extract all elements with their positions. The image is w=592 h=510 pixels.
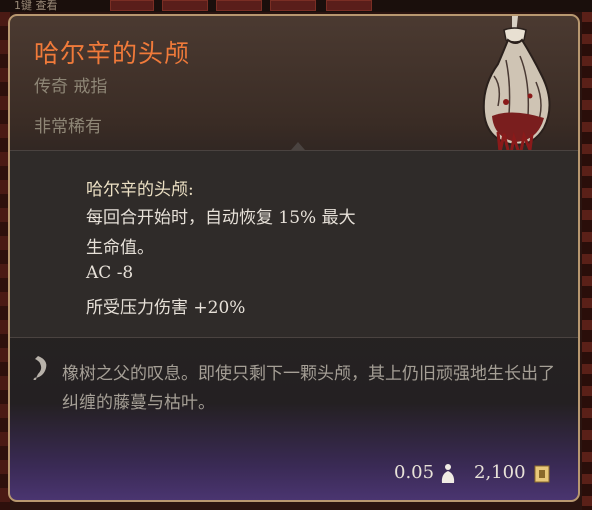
effect-line: 每回合开始时，自动恢复 15% 最大 <box>86 208 356 228</box>
effect-line: AC -8 <box>86 263 134 283</box>
hotbar-slot <box>216 0 262 11</box>
price-value: 2,100 <box>474 462 526 483</box>
weight-icon <box>441 464 455 483</box>
tooltip-footer: 0.05 2,100 <box>10 448 578 500</box>
background-right-edge <box>582 12 592 510</box>
hotbar-slot <box>110 0 154 11</box>
quill-icon <box>33 356 47 380</box>
background-hotbar: 1键 查看 <box>0 0 592 12</box>
item-name: 哈尔辛的头颅 <box>34 39 191 68</box>
effect-line: 所受压力伤害 +20% <box>86 298 246 318</box>
background-hotkey-label: 1键 查看 <box>14 0 58 12</box>
flavor-section: 橡树之父的叹息。即使只剩下一颗头颅，其上仍旧顽强地生长出了纠缠的藤蔓与枯叶。 <box>10 336 578 448</box>
effect-line: 生命值。 <box>86 238 154 258</box>
section-divider-notch <box>291 142 305 150</box>
item-type: 传奇 戒指 <box>34 77 108 97</box>
effects-title: 哈尔辛的头颅: <box>86 180 194 200</box>
weight-value: 0.05 <box>394 462 435 483</box>
hotbar-slot <box>270 0 316 11</box>
severed-head-in-sack-icon <box>482 16 551 162</box>
hotbar-slot <box>162 0 208 11</box>
hotbar-slot <box>326 0 372 11</box>
coin-icon <box>534 465 550 483</box>
item-rarity: 非常稀有 <box>34 117 102 137</box>
item-effects-panel: 哈尔辛的头颅: 每回合开始时，自动恢复 15% 最大 生命值。 AC -8 所受… <box>10 150 578 338</box>
item-tooltip: 哈尔辛的头颅 传奇 戒指 非常稀有 哈尔辛的头颅: 每回合开始时，自动恢复 15… <box>8 14 580 502</box>
flavor-text: 橡树之父的叹息。即使只剩下一颗头颅，其上仍旧顽强地生长出了纠缠的藤蔓与枯叶。 <box>62 364 555 413</box>
